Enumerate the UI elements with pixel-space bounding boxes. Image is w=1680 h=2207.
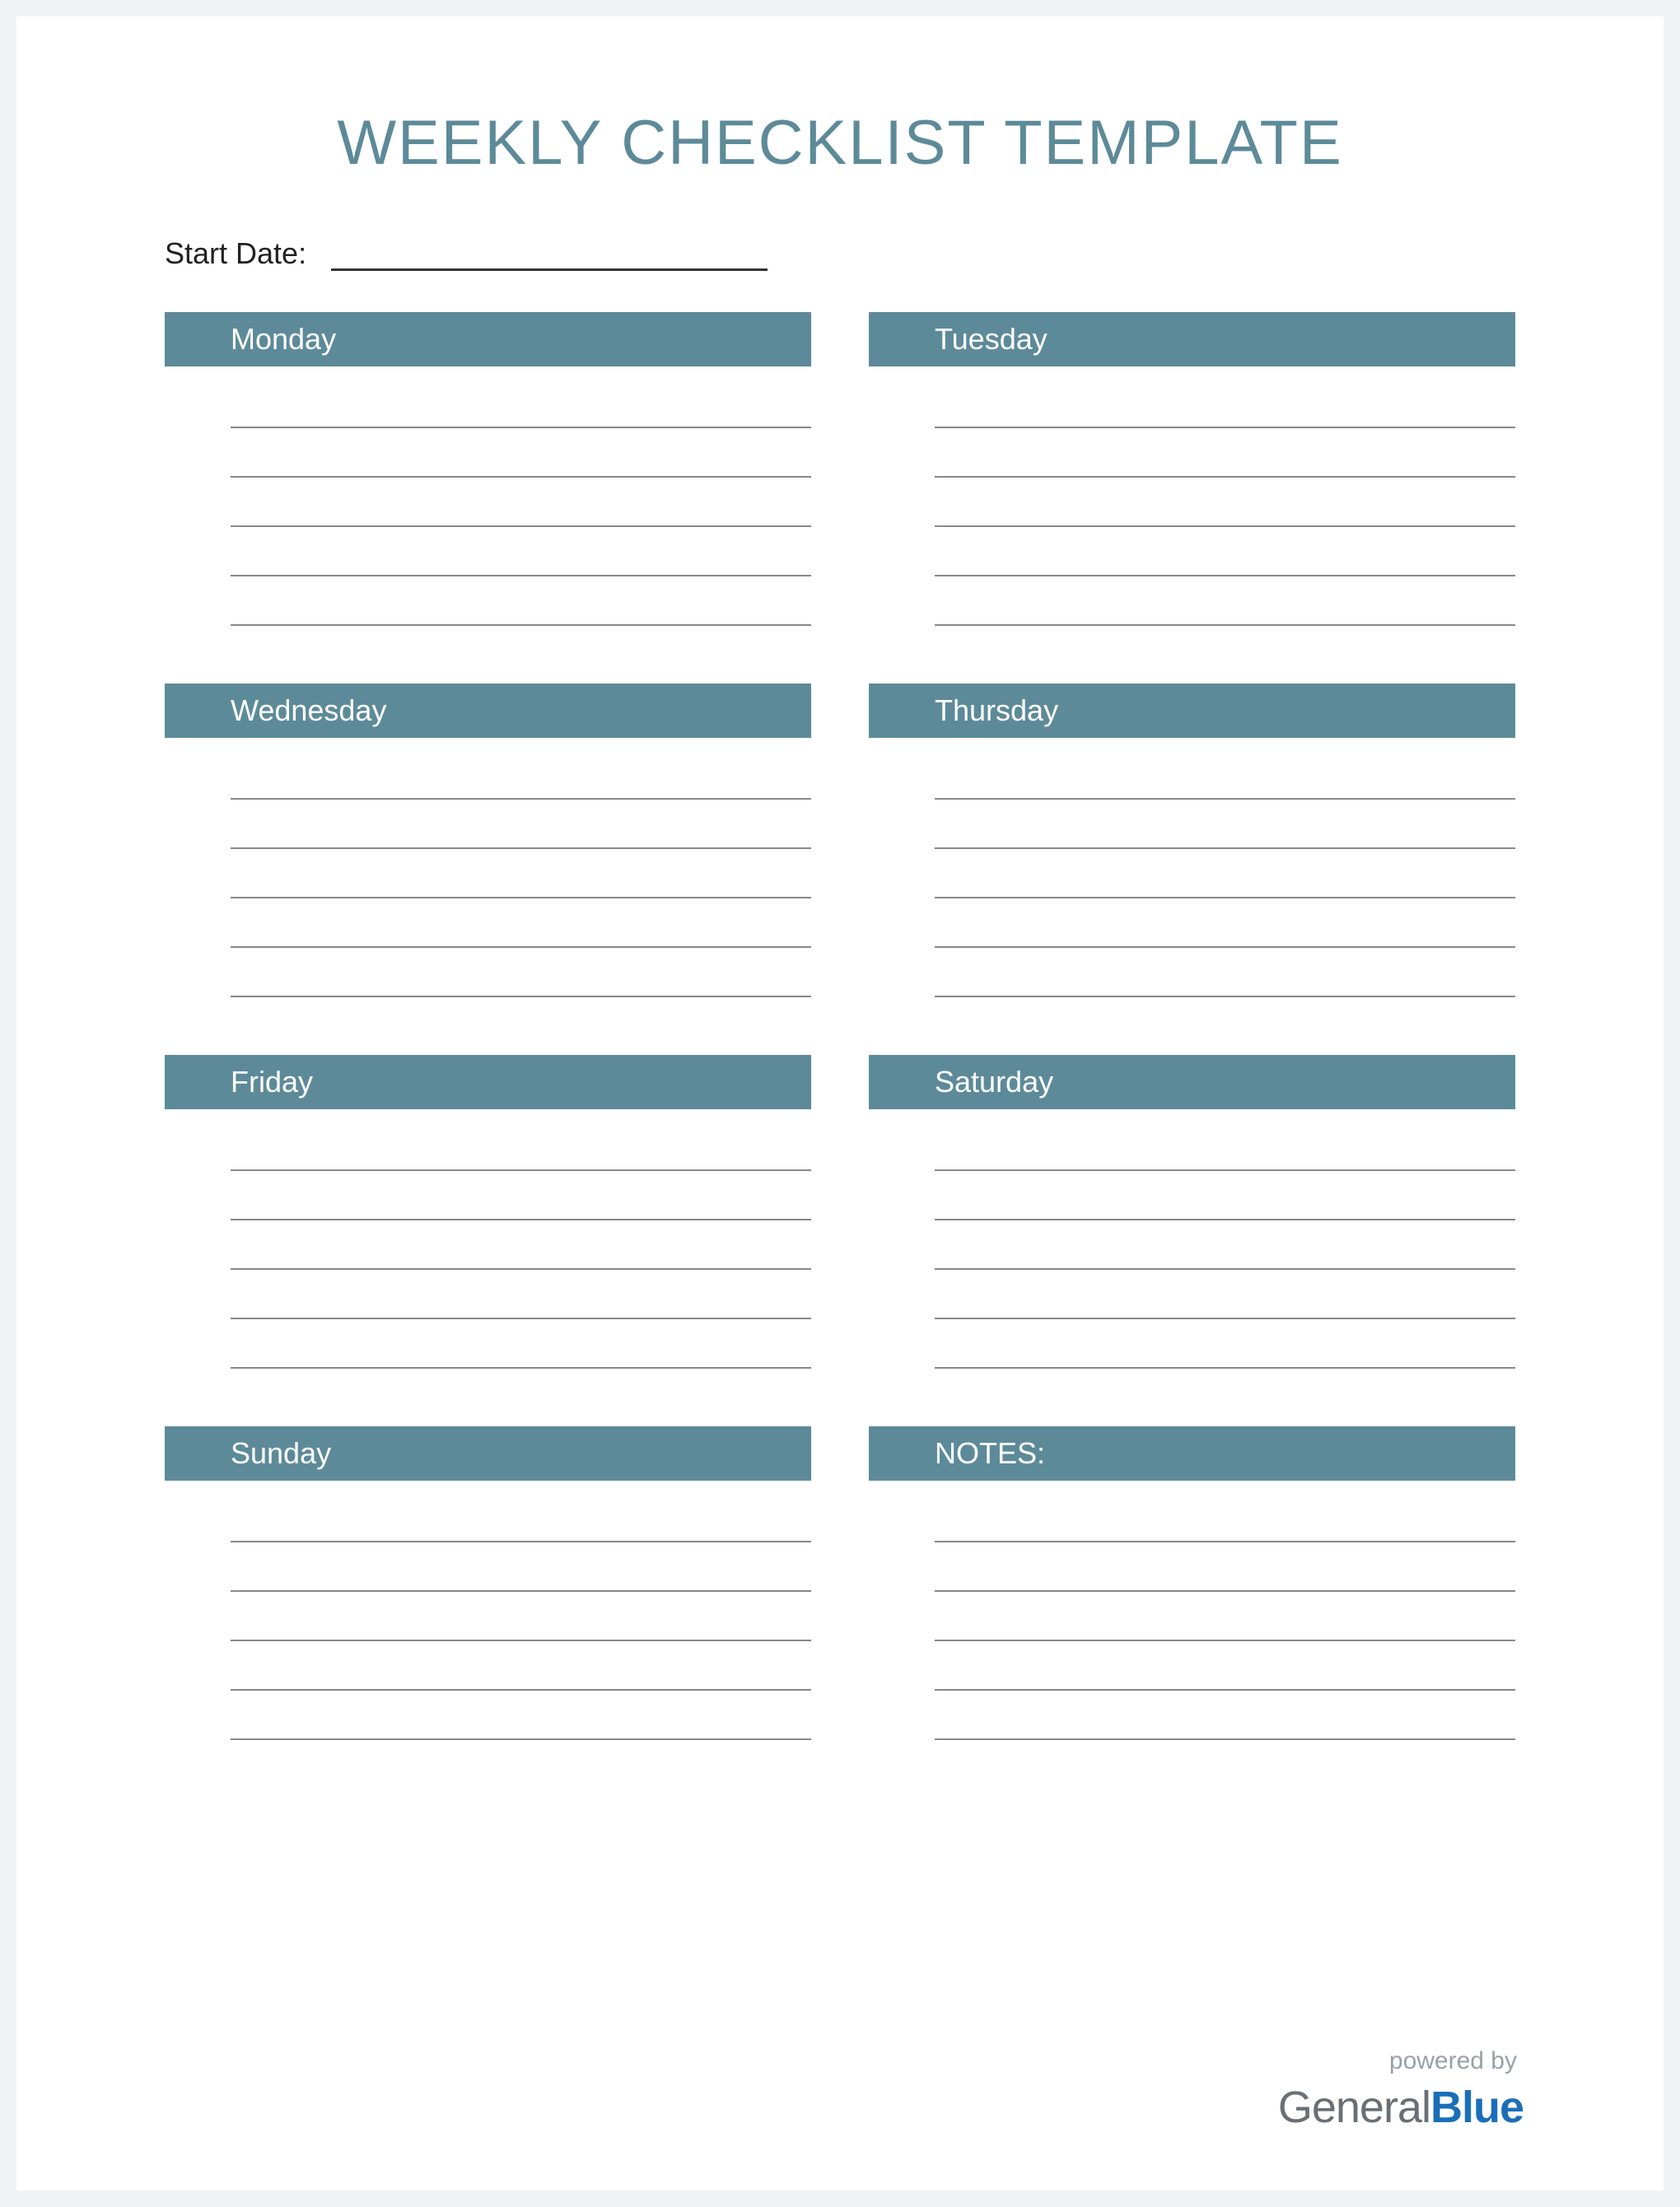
block-sunday: Sunday (165, 1426, 811, 1740)
block-header: Thursday (869, 684, 1515, 738)
checklist-line[interactable] (935, 527, 1515, 576)
block-lines (869, 1481, 1515, 1740)
checklist-line[interactable] (935, 1319, 1515, 1369)
checklist-line[interactable] (231, 800, 811, 849)
checklist-line[interactable] (231, 948, 811, 997)
footer: powered by GeneralBlue (1278, 2047, 1524, 2133)
checklist-line[interactable] (935, 1641, 1515, 1691)
checklist-line[interactable] (935, 1122, 1515, 1171)
checklist-grid: Monday Tuesday Wednesday (156, 312, 1524, 1740)
block-lines (165, 1109, 811, 1369)
page-title: WEEKLY CHECKLIST TEMPLATE (156, 107, 1524, 179)
checklist-line[interactable] (231, 898, 811, 948)
checklist-line[interactable] (935, 948, 1515, 997)
block-saturday: Saturday (869, 1055, 1515, 1369)
block-notes: NOTES: (869, 1426, 1515, 1740)
checklist-line[interactable] (935, 428, 1515, 478)
checklist-line[interactable] (231, 1493, 811, 1542)
block-thursday: Thursday (869, 684, 1515, 997)
block-lines (165, 1481, 811, 1740)
checklist-line[interactable] (935, 898, 1515, 948)
page: WEEKLY CHECKLIST TEMPLATE Start Date: Mo… (16, 16, 1664, 2191)
block-header: Sunday (165, 1426, 811, 1481)
checklist-line[interactable] (231, 1592, 811, 1641)
block-header: Friday (165, 1055, 811, 1109)
brand-part-2: Blue (1430, 2083, 1524, 2132)
checklist-line[interactable] (935, 1542, 1515, 1592)
block-lines (869, 366, 1515, 626)
checklist-line[interactable] (231, 1270, 811, 1319)
checklist-line[interactable] (231, 1220, 811, 1270)
block-lines (869, 1109, 1515, 1369)
checklist-line[interactable] (231, 1691, 811, 1740)
block-monday: Monday (165, 312, 811, 626)
checklist-line[interactable] (231, 478, 811, 527)
checklist-line[interactable] (231, 750, 811, 800)
checklist-line[interactable] (935, 1270, 1515, 1319)
start-date-input-line[interactable] (331, 241, 768, 271)
checklist-line[interactable] (935, 800, 1515, 849)
block-lines (165, 366, 811, 626)
checklist-line[interactable] (935, 849, 1515, 898)
block-lines (165, 738, 811, 997)
brand-part-1: General (1278, 2083, 1430, 2132)
checklist-line[interactable] (935, 478, 1515, 527)
block-wednesday: Wednesday (165, 684, 811, 997)
block-lines (869, 738, 1515, 997)
checklist-line[interactable] (935, 576, 1515, 626)
checklist-line[interactable] (231, 428, 811, 478)
checklist-line[interactable] (935, 1691, 1515, 1740)
checklist-line[interactable] (231, 1171, 811, 1220)
checklist-line[interactable] (935, 1592, 1515, 1641)
block-tuesday: Tuesday (869, 312, 1515, 626)
checklist-line[interactable] (231, 1122, 811, 1171)
block-header: Saturday (869, 1055, 1515, 1109)
checklist-line[interactable] (231, 379, 811, 428)
start-date-label: Start Date: (165, 236, 306, 271)
checklist-line[interactable] (935, 1171, 1515, 1220)
block-header: NOTES: (869, 1426, 1515, 1481)
checklist-line[interactable] (935, 750, 1515, 800)
start-date-row: Start Date: (156, 236, 1524, 271)
block-header: Monday (165, 312, 811, 366)
checklist-line[interactable] (935, 379, 1515, 428)
checklist-line[interactable] (231, 527, 811, 576)
checklist-line[interactable] (231, 576, 811, 626)
block-header: Tuesday (869, 312, 1515, 366)
brand-logo: GeneralBlue (1278, 2082, 1524, 2133)
checklist-line[interactable] (231, 1319, 811, 1369)
checklist-line[interactable] (231, 1641, 811, 1691)
powered-by-label: powered by (1278, 2047, 1524, 2075)
block-friday: Friday (165, 1055, 811, 1369)
checklist-line[interactable] (935, 1493, 1515, 1542)
checklist-line[interactable] (231, 849, 811, 898)
block-header: Wednesday (165, 684, 811, 738)
checklist-line[interactable] (231, 1542, 811, 1592)
checklist-line[interactable] (935, 1220, 1515, 1270)
